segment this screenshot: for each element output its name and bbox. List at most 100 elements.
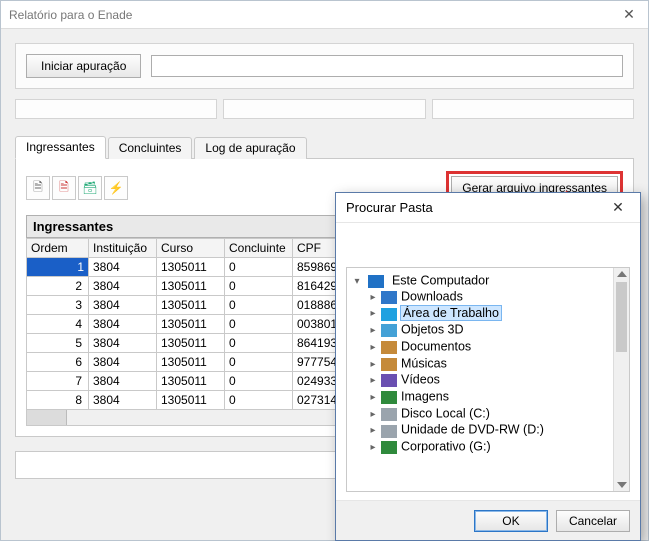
chevron-right-icon[interactable]: ▸ bbox=[367, 425, 379, 436]
cell-curso[interactable]: 1305011 bbox=[157, 334, 225, 353]
tree-item[interactable]: ▸ Imagens bbox=[367, 388, 629, 405]
cell-curso[interactable]: 1305011 bbox=[157, 277, 225, 296]
chevron-right-icon[interactable]: ▸ bbox=[367, 292, 379, 303]
cell-concluinte[interactable]: 0 bbox=[225, 372, 293, 391]
folder-icon bbox=[381, 324, 397, 337]
cell-ordem[interactable]: 1 bbox=[27, 258, 89, 277]
cell-ordem[interactable]: 8 bbox=[27, 391, 89, 410]
groupbox-1 bbox=[15, 99, 217, 119]
chevron-right-icon[interactable]: ▸ bbox=[367, 359, 379, 370]
chevron-right-icon[interactable]: ▸ bbox=[367, 375, 379, 386]
delete-icon[interactable]: 🗃 bbox=[78, 176, 102, 200]
chevron-right-icon[interactable]: ▸ bbox=[367, 442, 379, 453]
folder-icon bbox=[381, 341, 397, 354]
tree-item[interactable]: ▸ Corporativo (G:) bbox=[367, 438, 629, 455]
cell-concluinte[interactable]: 0 bbox=[225, 315, 293, 334]
tree-item-label[interactable]: Downloads bbox=[401, 289, 463, 303]
tree-item-label[interactable]: Músicas bbox=[401, 356, 447, 370]
bolt-icon[interactable]: ⚡ bbox=[104, 176, 128, 200]
chevron-right-icon[interactable]: ▸ bbox=[367, 409, 379, 420]
cell-curso[interactable]: 1305011 bbox=[157, 258, 225, 277]
tree-vscroll-thumb[interactable] bbox=[616, 282, 627, 352]
cell-concluinte[interactable]: 0 bbox=[225, 258, 293, 277]
folder-icon bbox=[381, 441, 397, 454]
cell-ordem[interactable]: 3 bbox=[27, 296, 89, 315]
tab-log[interactable]: Log de apuração bbox=[194, 137, 306, 159]
cell-instituicao[interactable]: 3804 bbox=[89, 258, 157, 277]
cell-concluinte[interactable]: 0 bbox=[225, 334, 293, 353]
groupbox-2 bbox=[223, 99, 425, 119]
tree-item-label[interactable]: Corporativo (G:) bbox=[401, 440, 491, 454]
cell-curso[interactable]: 1305011 bbox=[157, 353, 225, 372]
chevron-right-icon[interactable]: ▸ bbox=[367, 325, 379, 336]
tree-vscrollbar[interactable] bbox=[613, 268, 629, 491]
page-icon[interactable]: 🗎 bbox=[26, 176, 50, 200]
cell-instituicao[interactable]: 3804 bbox=[89, 353, 157, 372]
grid-hscroll-thumb[interactable] bbox=[27, 410, 67, 425]
chevron-down-icon[interactable]: ▾ bbox=[351, 276, 363, 287]
cell-curso[interactable]: 1305011 bbox=[157, 372, 225, 391]
tree-item[interactable]: ▸ Downloads bbox=[367, 288, 629, 305]
cell-ordem[interactable]: 7 bbox=[27, 372, 89, 391]
tree-item[interactable]: ▸ Unidade de DVD-RW (D:) bbox=[367, 421, 629, 438]
cell-ordem[interactable]: 4 bbox=[27, 315, 89, 334]
groupbox-3 bbox=[432, 99, 634, 119]
tree-item[interactable]: ▸ Objetos 3D bbox=[367, 321, 629, 338]
tree-item-label[interactable]: Documentos bbox=[401, 340, 471, 354]
cell-concluinte[interactable]: 0 bbox=[225, 391, 293, 410]
cell-ordem[interactable]: 5 bbox=[27, 334, 89, 353]
folder-icon bbox=[381, 358, 397, 371]
tree-item-label[interactable]: Área de Trabalho bbox=[401, 306, 501, 320]
cell-concluinte[interactable]: 0 bbox=[225, 296, 293, 315]
dialog-label-area bbox=[336, 223, 640, 261]
page-red-icon[interactable]: 🗎 bbox=[52, 176, 76, 200]
col-concluinte[interactable]: Concluinte bbox=[225, 239, 293, 258]
tree-item-label[interactable]: Objetos 3D bbox=[401, 323, 464, 337]
col-instituicao[interactable]: Instituição bbox=[89, 239, 157, 258]
start-apuracao-button[interactable]: Iniciar apuração bbox=[26, 54, 141, 78]
browse-folder-dialog: Procurar Pasta ✕ ▾ Este Computador ▸Down… bbox=[335, 192, 641, 541]
tab-concluintes[interactable]: Concluintes bbox=[108, 137, 193, 159]
cell-instituicao[interactable]: 3804 bbox=[89, 372, 157, 391]
cell-curso[interactable]: 1305011 bbox=[157, 391, 225, 410]
folder-tree[interactable]: ▾ Este Computador ▸ Downloads ▸ Área de Tra… bbox=[346, 267, 630, 492]
tree-item-label[interactable]: Disco Local (C:) bbox=[401, 406, 490, 420]
cell-concluinte[interactable]: 0 bbox=[225, 353, 293, 372]
col-curso[interactable]: Curso bbox=[157, 239, 225, 258]
cell-ordem[interactable]: 2 bbox=[27, 277, 89, 296]
cell-instituicao[interactable]: 3804 bbox=[89, 391, 157, 410]
cell-curso[interactable]: 1305011 bbox=[157, 315, 225, 334]
tree-item-label[interactable]: Vídeos bbox=[401, 373, 440, 387]
toolbar-zone: Iniciar apuração bbox=[1, 29, 648, 125]
ok-button[interactable]: OK bbox=[474, 510, 548, 532]
cell-instituicao[interactable]: 3804 bbox=[89, 296, 157, 315]
chevron-right-icon[interactable]: ▸ bbox=[367, 342, 379, 353]
tree-root[interactable]: ▾ Este Computador ▸ Downloads ▸ Área de Tra… bbox=[351, 272, 629, 456]
cell-ordem[interactable]: 6 bbox=[27, 353, 89, 372]
chevron-right-icon[interactable]: ▸ bbox=[367, 308, 379, 319]
folder-icon bbox=[381, 425, 397, 438]
window-title: Relatório para o Enade bbox=[9, 8, 132, 22]
dialog-close-icon[interactable]: ✕ bbox=[606, 198, 630, 218]
folder-icon bbox=[381, 374, 397, 387]
cell-concluinte[interactable]: 0 bbox=[225, 277, 293, 296]
cell-curso[interactable]: 1305011 bbox=[157, 296, 225, 315]
tabbar: Ingressantes Concluintes Log de apuração bbox=[15, 135, 634, 159]
col-ordem[interactable]: Ordem bbox=[27, 239, 89, 258]
tree-item[interactable]: ▸ Área de Trabalho bbox=[367, 304, 629, 321]
tree-item[interactable]: ▸ Documentos bbox=[367, 338, 629, 355]
folder-icon bbox=[381, 291, 397, 304]
tree-item[interactable]: ▸ Disco Local (C:) bbox=[367, 405, 629, 422]
cell-instituicao[interactable]: 3804 bbox=[89, 334, 157, 353]
tree-root-label[interactable]: Este Computador bbox=[392, 274, 489, 288]
cancel-button[interactable]: Cancelar bbox=[556, 510, 630, 532]
tab-ingressantes[interactable]: Ingressantes bbox=[15, 136, 106, 159]
tree-item-label[interactable]: Imagens bbox=[401, 390, 449, 404]
close-icon[interactable]: ✕ bbox=[618, 6, 640, 24]
tree-item-label[interactable]: Unidade de DVD-RW (D:) bbox=[401, 423, 544, 437]
cell-instituicao[interactable]: 3804 bbox=[89, 315, 157, 334]
cell-instituicao[interactable]: 3804 bbox=[89, 277, 157, 296]
tree-item[interactable]: ▸ Vídeos bbox=[367, 371, 629, 388]
chevron-right-icon[interactable]: ▸ bbox=[367, 392, 379, 403]
tree-item[interactable]: ▸ Músicas bbox=[367, 355, 629, 372]
